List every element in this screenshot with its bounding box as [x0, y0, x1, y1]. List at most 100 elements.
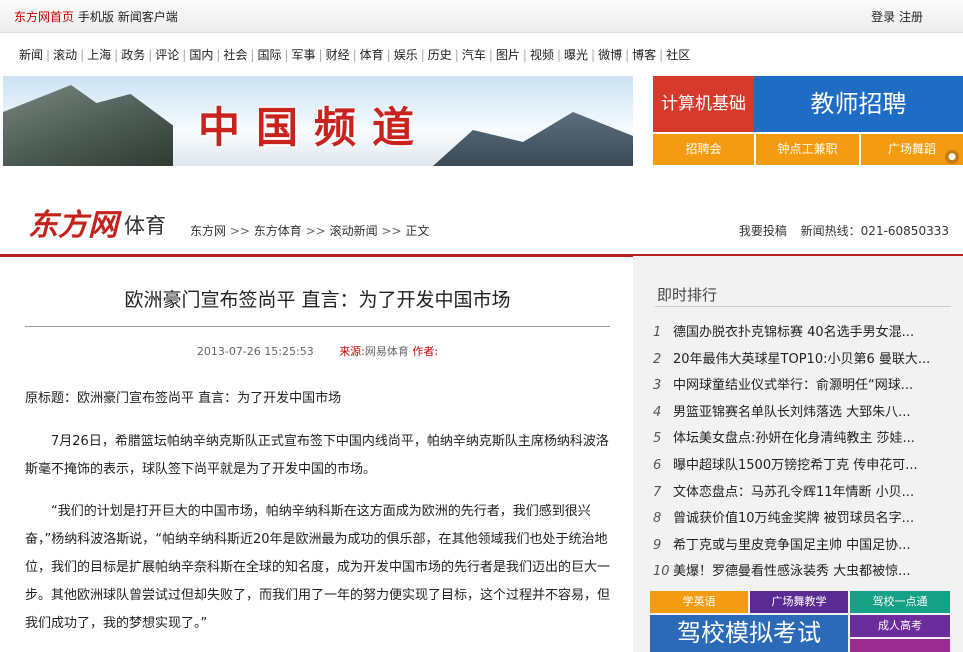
mountain-image [433, 112, 633, 166]
breadcrumb-sep: >> [305, 224, 326, 238]
original-title: 原标题：欧洲豪门宣布签尚平 直言：为了开发中国市场 [25, 391, 342, 406]
top-links: 东方网首页 手机版 新闻客户端 [14, 8, 178, 25]
ad-learn-english[interactable]: 学英语 [650, 591, 748, 613]
nav-item[interactable]: 社区 [663, 46, 693, 63]
account-links: 登录 注册 [871, 8, 923, 25]
list-item[interactable]: 4 男篮亚锦赛名单队长刘炜落选 大郅朱八... [653, 400, 953, 427]
rank-number: 9 [653, 537, 662, 553]
ad-strip[interactable] [850, 639, 950, 652]
ad-dance-teaching[interactable]: 广场舞教学 [750, 591, 848, 613]
rank-link[interactable]: 20年最伟大英球星TOP10:小贝第6 曼联大... [673, 352, 930, 367]
ad-adult-exam[interactable]: 成人高考 [850, 615, 950, 637]
nav-item[interactable]: 娱乐 [391, 46, 421, 63]
list-item[interactable]: 6 曝中超球队1500万镑挖希丁克 传申花可... [653, 453, 953, 480]
article-body: 欧洲豪门宣布签尚平 直言：为了开发中国市场 2013-07-26 15:25:5… [25, 275, 610, 638]
list-item[interactable]: 2 20年最伟大英球星TOP10:小贝第6 曼联大... [653, 347, 953, 374]
source-link[interactable]: 网易体育 [365, 345, 409, 358]
client-link[interactable]: 新闻客户端 [118, 10, 178, 24]
login-link[interactable]: 登录 [871, 10, 895, 24]
breadcrumb: 东方网 >> 东方体育 >> 滚动新闻 >> 正文 [190, 222, 429, 239]
nav-item[interactable]: 曝光 [561, 46, 591, 63]
article-paragraph: “我们的计划是打开巨大的中国市场，帕纳辛纳科斯在这方面成为欧洲的先行者，我们感到… [25, 504, 611, 631]
nav-item[interactable]: 体育 [357, 46, 387, 63]
article-meta: 2013-07-26 15:25:53 来源:网易体育 作者: [25, 343, 610, 359]
section-name: 体育 [124, 214, 166, 238]
list-item[interactable]: 10 美爆！罗德曼看性感泳装秀 大虫都被惊... [653, 559, 953, 586]
great-wall-image [3, 85, 173, 166]
article-title: 欧洲豪门宣布签尚平 直言：为了开发中国市场 [25, 275, 610, 327]
nav-item[interactable]: 滚动 [50, 46, 80, 63]
banner-title: 中国频道 [198, 103, 431, 152]
breadcrumb-current: 正文 [405, 224, 430, 238]
list-item[interactable]: 9 希丁克或与里皮竞争国足主帅 中国足协... [653, 533, 953, 560]
top-bar: 东方网首页 手机版 新闻客户端 登录 注册 [0, 0, 963, 33]
list-item[interactable]: 1 德国办脱衣扑克锦标赛 40名选手男女混... [653, 320, 953, 347]
channel-nav: 新闻 | 滚动 | 上海 | 政务 | 评论 | 国内 | 社会 | 国际 | 军事 | 财经 | 体育 | 娱乐 | 历史 | 汽… [16, 46, 693, 63]
nav-item[interactable]: 财经 [323, 46, 353, 63]
rank-number: 5 [653, 431, 662, 447]
list-item[interactable]: 3 中网球童结业仪式举行：俞灏明任“网球... [653, 373, 953, 400]
nav-item[interactable]: 微博 [595, 46, 625, 63]
rank-link[interactable]: 体坛美女盘点:孙妍在化身清纯教主 莎娃... [673, 431, 915, 446]
china-channel-banner[interactable]: 中国频道 [3, 76, 633, 166]
ad-hourly-work[interactable]: 钟点工兼职 [756, 134, 859, 165]
breadcrumb-sep: >> [229, 224, 250, 238]
section-links: 我要投稿 新闻热线：021-60850333 [739, 222, 949, 239]
rank-number: 8 [653, 511, 662, 527]
list-item[interactable]: 5 体坛美女盘点:孙妍在化身清纯教主 莎娃... [653, 426, 953, 453]
nav-item[interactable]: 博客 [629, 46, 659, 63]
article-date: 2013-07-26 15:25:53 [196, 345, 314, 358]
article-paragraph: 7月26日，希腊篮坛帕纳辛纳克斯队正式宣布签下中国内线尚平，帕纳辛纳克斯队主席杨… [25, 434, 609, 477]
list-item[interactable]: 7 文体恋盘点：马苏孔令辉11年情断 小贝... [653, 480, 953, 507]
nav-item[interactable]: 历史 [425, 46, 455, 63]
ad-teacher-recruit[interactable]: 教师招聘 [754, 76, 963, 132]
mobile-link[interactable]: 手机版 [78, 10, 114, 24]
rank-number: 4 [653, 404, 662, 420]
rank-number: 1 [653, 325, 662, 340]
rank-link[interactable]: 中网球童结业仪式举行：俞灏明任“网球... [673, 378, 913, 393]
rank-link[interactable]: 德国办脱衣扑克锦标赛 40名选手男女混... [673, 325, 914, 340]
nav-item[interactable]: 国际 [254, 46, 284, 63]
rank-link[interactable]: 美爆！罗德曼看性感泳装秀 大虫都被惊... [673, 564, 911, 579]
nav-item[interactable]: 汽车 [459, 46, 489, 63]
rank-number: 10 [653, 564, 670, 580]
breadcrumb-item[interactable]: 东方体育 [254, 224, 302, 238]
ad-driving-school[interactable]: 驾校一点通 [850, 591, 950, 613]
rank-link[interactable]: 曾诚获价值10万纯金奖牌 被罚球员名字... [673, 511, 914, 526]
breadcrumb-sep: >> [381, 224, 402, 238]
list-item[interactable]: 8 曾诚获价值10万纯金奖牌 被罚球员名字... [653, 506, 953, 533]
paw-icon[interactable]: ● [945, 150, 959, 164]
nav-item[interactable]: 评论 [152, 46, 182, 63]
ranking-list: 1 德国办脱衣扑克锦标赛 40名选手男女混... 2 20年最伟大英球星TOP10:… [653, 320, 953, 586]
nav-item[interactable]: 国内 [186, 46, 216, 63]
nav-item[interactable]: 政务 [118, 46, 148, 63]
breadcrumb-item[interactable]: 滚动新闻 [330, 224, 378, 238]
ad-computer-basics[interactable]: 计算机基础 [653, 76, 754, 132]
rank-link[interactable]: 男篮亚锦赛名单队长刘炜落选 大郅朱八... [673, 405, 911, 420]
hotline-text: 新闻热线：021-60850333 [800, 224, 949, 238]
ranking-divider [655, 306, 951, 307]
rank-number: 6 [653, 457, 662, 473]
nav-item[interactable]: 视频 [527, 46, 557, 63]
nav-item[interactable]: 上海 [84, 46, 114, 63]
home-link[interactable]: 东方网首页 [14, 10, 74, 24]
submit-link[interactable]: 我要投稿 [739, 224, 787, 238]
rank-link[interactable]: 曝中超球队1500万镑挖希丁克 传申花可... [673, 458, 918, 473]
register-link[interactable]: 注册 [899, 10, 923, 24]
breadcrumb-item[interactable]: 东方网 [190, 224, 226, 238]
rank-number: 7 [653, 484, 662, 500]
nav-item[interactable]: 军事 [289, 46, 319, 63]
rank-number: 3 [653, 378, 662, 394]
ranking-heading: 即时排行 [657, 286, 718, 304]
author-label: 作者: [412, 345, 439, 358]
rank-link[interactable]: 文体恋盘点：马苏孔令辉11年情断 小贝... [673, 485, 914, 500]
site-logo[interactable]: 东方网 [28, 200, 118, 244]
rank-link[interactable]: 希丁克或与里皮竞争国足主帅 中国足协... [673, 538, 911, 553]
section-header: 东方网 体育 东方网 >> 东方体育 >> 滚动新闻 >> 正文 我要投稿 新闻… [0, 180, 963, 257]
nav-item[interactable]: 社会 [220, 46, 250, 63]
source-label: 来源: [339, 345, 365, 358]
nav-item[interactable]: 图片 [493, 46, 523, 63]
ad-driving-mock-test[interactable]: 驾校模拟考试 [650, 615, 848, 652]
ad-job-fair[interactable]: 招聘会 [653, 134, 754, 165]
nav-item[interactable]: 新闻 [16, 46, 46, 63]
